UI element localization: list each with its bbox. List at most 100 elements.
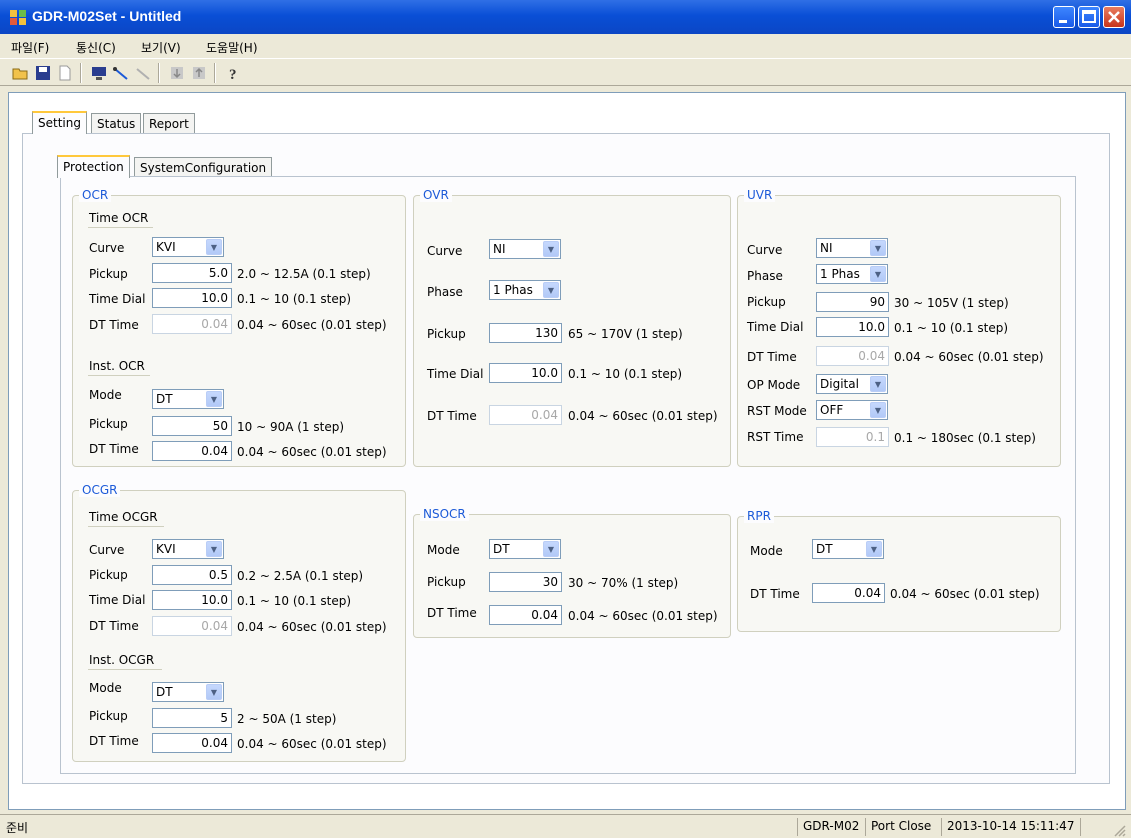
- curve-label: Curve: [427, 244, 463, 258]
- mode-select[interactable]: DT ▼: [152, 682, 224, 702]
- resize-grip-icon[interactable]: [1112, 823, 1126, 837]
- dt-time-label: DT Time: [750, 587, 800, 601]
- minimize-button[interactable]: [1053, 6, 1075, 28]
- chevron-down-icon: ▼: [870, 266, 886, 282]
- status-datetime: 2013-10-14 15:11:47: [947, 819, 1075, 833]
- mode-label: Mode: [89, 681, 122, 695]
- download-icon[interactable]: [168, 64, 186, 82]
- ovr-group: OVR Curve NI ▼ Phase 1 Phas ▼ Pickup 130 6…: [413, 188, 731, 467]
- time-dial-input[interactable]: 10.0: [152, 288, 232, 308]
- inst-pickup-input[interactable]: 50: [152, 416, 232, 436]
- time-dial-input[interactable]: 10.0: [489, 363, 562, 383]
- tab-system-configuration[interactable]: SystemConfiguration: [134, 157, 273, 178]
- curve-select[interactable]: KVI ▼: [152, 539, 224, 559]
- app-icon: [10, 10, 26, 25]
- phase-label: Phase: [427, 285, 463, 299]
- pickup-input[interactable]: 0.5: [152, 565, 232, 585]
- rst-time-label: RST Time: [747, 430, 804, 444]
- window-title: GDR-M02Set - Untitled: [32, 8, 182, 24]
- menu-communication[interactable]: 통신(C): [76, 39, 116, 56]
- pickup-range: 0.2 ~ 2.5A (0.1 step): [237, 569, 364, 583]
- status-separator: [865, 818, 866, 836]
- close-button[interactable]: [1103, 6, 1125, 28]
- curve-select[interactable]: KVI ▼: [152, 237, 224, 257]
- menu-bar: 파일(F) 통신(C) 보기(V) 도움말(H): [0, 34, 1131, 58]
- menu-view[interactable]: 보기(V): [141, 39, 181, 56]
- save-icon[interactable]: [34, 64, 52, 82]
- pickup-label: Pickup: [89, 568, 128, 582]
- curve-select[interactable]: NI ▼: [489, 239, 561, 259]
- tab-protection[interactable]: Protection: [57, 155, 130, 178]
- rst-mode-select[interactable]: OFF ▼: [816, 400, 888, 420]
- pickup-input[interactable]: 130: [489, 323, 562, 343]
- mode-label: Mode: [89, 388, 122, 402]
- inst-pickup-label: Pickup: [89, 417, 128, 431]
- pickup-input[interactable]: 5.0: [152, 263, 232, 283]
- inst-dt-time-input[interactable]: 0.04: [152, 441, 232, 461]
- pickup-input[interactable]: 30: [489, 572, 562, 592]
- time-dial-label: Time Dial: [89, 593, 146, 607]
- time-dial-input[interactable]: 10.0: [816, 317, 889, 337]
- dt-time-input[interactable]: 0.04: [152, 616, 232, 636]
- mode-select[interactable]: DT ▼: [489, 539, 561, 559]
- phase-select[interactable]: 1 Phas ▼: [489, 280, 561, 300]
- mode-select-value: DT: [816, 542, 833, 556]
- rpr-group-title: RPR: [744, 509, 774, 523]
- dt-time-input[interactable]: 0.04: [812, 583, 885, 603]
- upload-icon[interactable]: [190, 64, 208, 82]
- chevron-down-icon: ▼: [206, 684, 222, 700]
- status-ready: 준비: [6, 821, 29, 835]
- maximize-button[interactable]: [1078, 6, 1100, 28]
- dt-time-input[interactable]: 0.04: [816, 346, 889, 366]
- curve-select-value: NI: [820, 241, 833, 255]
- open-folder-icon[interactable]: [12, 64, 30, 82]
- inst-dt-time-input[interactable]: 0.04: [152, 733, 232, 753]
- time-dial-input[interactable]: 10.0: [152, 590, 232, 610]
- dt-time-input[interactable]: 0.04: [152, 314, 232, 334]
- status-separator: [941, 818, 942, 836]
- connect-icon[interactable]: [112, 64, 130, 82]
- new-document-icon[interactable]: [56, 64, 74, 82]
- mode-select-value: DT: [493, 542, 510, 556]
- disconnect-icon[interactable]: [134, 64, 152, 82]
- tab-status[interactable]: Status: [91, 113, 142, 134]
- menu-help[interactable]: 도움말(H): [206, 39, 258, 56]
- mode-select-value: DT: [156, 392, 173, 406]
- op-mode-select[interactable]: Digital ▼: [816, 374, 888, 394]
- time-ocgr-title: Time OCGR: [89, 510, 158, 524]
- chevron-down-icon: ▼: [870, 240, 886, 256]
- mode-label: Mode: [427, 543, 460, 557]
- rst-time-range: 0.1 ~ 180sec (0.1 step): [894, 431, 1036, 445]
- menu-file[interactable]: 파일(F): [11, 39, 49, 56]
- ocgr-group-title: OCGR: [79, 483, 121, 497]
- connect-pc-icon[interactable]: [90, 64, 108, 82]
- toolbar-separator: [158, 63, 160, 83]
- title-bar: GDR-M02Set - Untitled: [0, 0, 1131, 34]
- help-icon[interactable]: ?: [224, 64, 242, 82]
- dt-time-input[interactable]: 0.04: [489, 605, 562, 625]
- pickup-label: Pickup: [427, 327, 466, 341]
- dt-time-input[interactable]: 0.04: [489, 405, 562, 425]
- tab-report[interactable]: Report: [143, 113, 195, 134]
- inst-pickup-input[interactable]: 5: [152, 708, 232, 728]
- chevron-down-icon: ▼: [206, 239, 222, 255]
- uvr-group-title: UVR: [744, 188, 776, 202]
- time-dial-label: Time Dial: [747, 320, 804, 334]
- pickup-range: 30 ~ 105V (1 step): [894, 296, 1009, 310]
- dt-time-label: DT Time: [89, 619, 139, 633]
- pickup-label: Pickup: [427, 575, 466, 589]
- pickup-range: 65 ~ 170V (1 step): [568, 327, 683, 341]
- inst-dt-time-label: DT Time: [89, 734, 139, 748]
- curve-select[interactable]: NI ▼: [816, 238, 888, 258]
- mode-select[interactable]: DT ▼: [812, 539, 884, 559]
- rpr-group: RPR Mode DT ▼ DT Time 0.04 0.04 ~ 60sec (…: [737, 509, 1061, 632]
- rst-time-input[interactable]: 0.1: [816, 427, 889, 447]
- phase-select[interactable]: 1 Phas ▼: [816, 264, 888, 284]
- mode-select[interactable]: DT ▼: [152, 389, 224, 409]
- tab-setting[interactable]: Setting: [32, 111, 87, 134]
- ocr-group-title: OCR: [79, 188, 112, 202]
- dt-time-label: DT Time: [427, 409, 477, 423]
- inst-pickup-range: 2 ~ 50A (1 step): [237, 712, 337, 726]
- close-icon: [1108, 11, 1120, 23]
- pickup-input[interactable]: 90: [816, 292, 889, 312]
